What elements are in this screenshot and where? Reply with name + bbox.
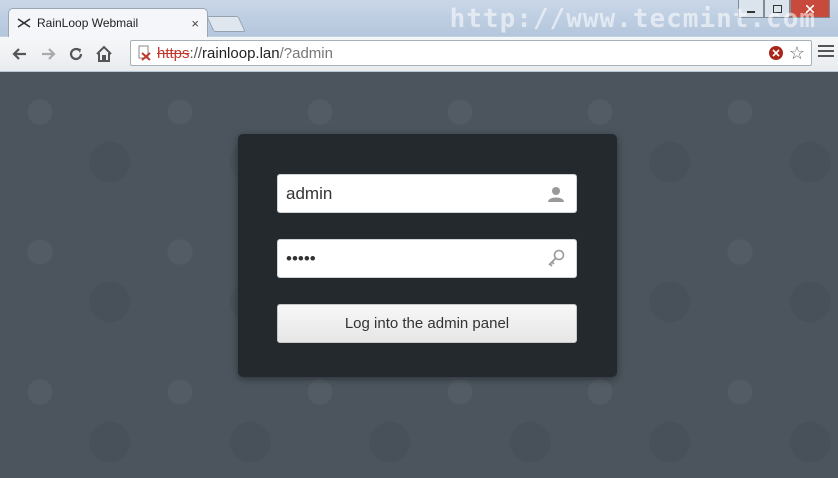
blocked-content-icon[interactable] (768, 46, 783, 60)
url-host: rainloop.lan (202, 44, 280, 62)
rainloop-favicon-icon (17, 16, 31, 30)
address-bar[interactable]: https://rainloop.lan/?admin ☆ (130, 40, 812, 66)
bookmark-star-icon[interactable]: ☆ (789, 44, 805, 62)
browser-chrome: RainLoop Webmail × http://www.tecmint.co… (0, 0, 838, 73)
browser-tab[interactable]: RainLoop Webmail × (8, 8, 208, 37)
url-text[interactable]: https://rainloop.lan/?admin (157, 45, 333, 62)
watermark: http://www.tecmint.com (449, 4, 816, 34)
user-icon (545, 183, 567, 205)
key-icon (545, 248, 567, 270)
chrome-menu-icon[interactable] (818, 45, 834, 57)
username-input[interactable] (278, 183, 545, 204)
omnibox-actions: ☆ (768, 44, 805, 62)
password-input[interactable] (278, 248, 545, 269)
tab-title: RainLoop Webmail (37, 16, 139, 30)
username-field[interactable] (277, 174, 577, 213)
browser-toolbar: https://rainloop.lan/?admin ☆ (0, 37, 838, 71)
page-content: Log into the admin panel (0, 72, 838, 478)
url-scheme: https (157, 44, 190, 62)
insecure-lock-icon[interactable] (137, 45, 153, 61)
url-separator: :// (189, 44, 203, 62)
reload-icon[interactable] (62, 40, 90, 68)
forward-arrow-icon[interactable] (34, 40, 62, 68)
url-path: /?admin (279, 44, 333, 62)
back-arrow-icon[interactable] (6, 40, 34, 68)
home-icon[interactable] (90, 40, 118, 68)
new-tab-button[interactable] (206, 16, 246, 32)
admin-login-button[interactable]: Log into the admin panel (277, 304, 577, 343)
tab-close-icon[interactable]: × (191, 17, 199, 30)
password-field[interactable] (277, 239, 577, 278)
admin-login-form: Log into the admin panel (238, 134, 617, 377)
